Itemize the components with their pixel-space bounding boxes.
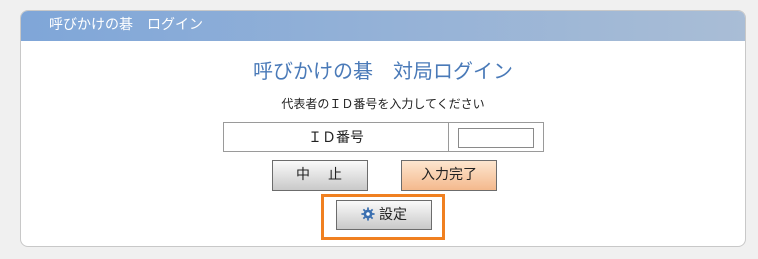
id-number-input[interactable] (458, 128, 534, 148)
settings-button[interactable]: 設定 (336, 200, 432, 230)
cancel-button[interactable]: 中 止 (272, 160, 368, 191)
instruction-text: 代表者のＩＤ番号を入力してください (281, 97, 485, 111)
page-title: 呼びかけの碁 対局ログイン (253, 59, 513, 83)
id-form-table: ＩＤ番号 (223, 122, 544, 152)
settings-label: 設定 (379, 207, 407, 223)
gear-icon (361, 206, 375, 221)
id-number-label: ＩＤ番号 (223, 122, 449, 152)
submit-button[interactable]: 入力完了 (401, 160, 497, 191)
id-input-cell (448, 122, 544, 152)
login-panel: 呼びかけの碁 ログイン 呼びかけの碁 対局ログイン 代表者のＩＤ番号を入力してく… (20, 10, 746, 247)
panel-header: 呼びかけの碁 ログイン (21, 11, 745, 41)
